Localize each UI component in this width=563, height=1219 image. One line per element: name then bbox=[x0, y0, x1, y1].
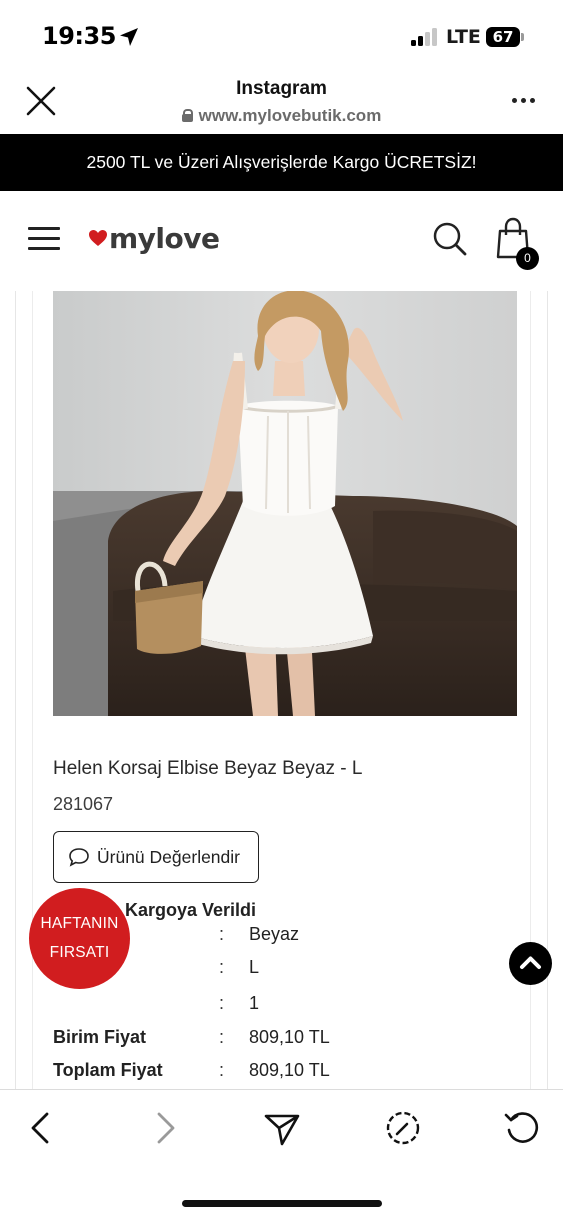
order-status: Kargoya Verildi bbox=[125, 900, 257, 920]
detail-value: 1 bbox=[249, 993, 260, 1013]
status-time: 19:35 bbox=[42, 22, 116, 50]
detail-value: L bbox=[249, 957, 260, 977]
home-indicator[interactable] bbox=[182, 1200, 382, 1207]
review-button-label: Ürünü Değerlendir bbox=[97, 846, 240, 867]
search-icon[interactable] bbox=[432, 221, 468, 257]
product-photo-illustration bbox=[53, 291, 517, 716]
detail-colon: : bbox=[219, 1027, 225, 1047]
safari-compass-icon[interactable] bbox=[383, 1108, 423, 1148]
detail-row-unit-price: Birim Fiyat : 809,10 TL bbox=[53, 1027, 493, 1053]
forward-icon[interactable] bbox=[144, 1108, 184, 1148]
cellular-signal-icon bbox=[411, 28, 441, 46]
product-image[interactable] bbox=[53, 291, 517, 716]
detail-row-quantity: : 1 bbox=[53, 993, 493, 1019]
cart-button[interactable]: 0 bbox=[496, 217, 544, 271]
detail-colon: : bbox=[219, 924, 225, 944]
more-icon[interactable] bbox=[508, 90, 538, 110]
battery-icon: 67 bbox=[486, 27, 520, 47]
logo-text: mylove bbox=[109, 221, 220, 255]
detail-colon: : bbox=[219, 1060, 225, 1080]
chevron-up-icon bbox=[520, 956, 541, 969]
heart-icon bbox=[89, 230, 107, 246]
detail-label: Toplam Fiyat bbox=[53, 1060, 163, 1080]
site-header: mylove 0 bbox=[0, 191, 563, 287]
share-icon[interactable] bbox=[262, 1108, 302, 1148]
speech-bubble-icon bbox=[69, 848, 89, 867]
product-code: 281067 bbox=[53, 794, 114, 814]
deal-badge-line2: FIRSATI bbox=[49, 944, 110, 961]
detail-value: 809,10 TL bbox=[249, 1060, 330, 1080]
detail-colon: : bbox=[219, 957, 225, 977]
status-bar: 19:35 LTE 67 bbox=[0, 0, 563, 70]
deal-badge-line1: HAFTANIN bbox=[40, 915, 119, 932]
in-app-browser-bar: Instagram www.mylovebutik.com bbox=[0, 70, 563, 134]
detail-value: 809,10 TL bbox=[249, 1027, 330, 1047]
location-arrow-icon bbox=[120, 28, 138, 46]
browser-url[interactable]: www.mylovebutik.com bbox=[0, 106, 563, 126]
hamburger-menu-icon[interactable] bbox=[28, 227, 60, 251]
site-logo[interactable]: mylove bbox=[88, 221, 220, 255]
detail-colon: : bbox=[219, 993, 225, 1013]
lock-icon bbox=[181, 109, 194, 122]
detail-value: Beyaz bbox=[249, 924, 300, 944]
reload-icon[interactable] bbox=[502, 1108, 542, 1148]
cart-count-badge: 0 bbox=[516, 247, 539, 270]
battery-cap bbox=[521, 33, 524, 41]
detail-row-total-price: Toplam Fiyat : 809,10 TL bbox=[53, 1060, 493, 1086]
url-text: www.mylovebutik.com bbox=[198, 106, 382, 125]
review-product-button[interactable]: Ürünü Değerlendir bbox=[53, 831, 259, 883]
detail-label: Birim Fiyat bbox=[53, 1027, 147, 1047]
back-icon[interactable] bbox=[22, 1108, 62, 1148]
promo-banner: 2500 TL ve Üzeri Alışverişlerde Kargo ÜC… bbox=[0, 134, 563, 191]
weekly-deal-badge[interactable]: HAFTANIN FIRSATI bbox=[29, 888, 130, 989]
product-name[interactable]: Helen Korsaj Elbise Beyaz Beyaz - L bbox=[53, 758, 362, 780]
scroll-to-top-button[interactable] bbox=[509, 942, 552, 985]
browser-title: Instagram bbox=[236, 78, 327, 99]
network-type: LTE bbox=[446, 26, 481, 48]
